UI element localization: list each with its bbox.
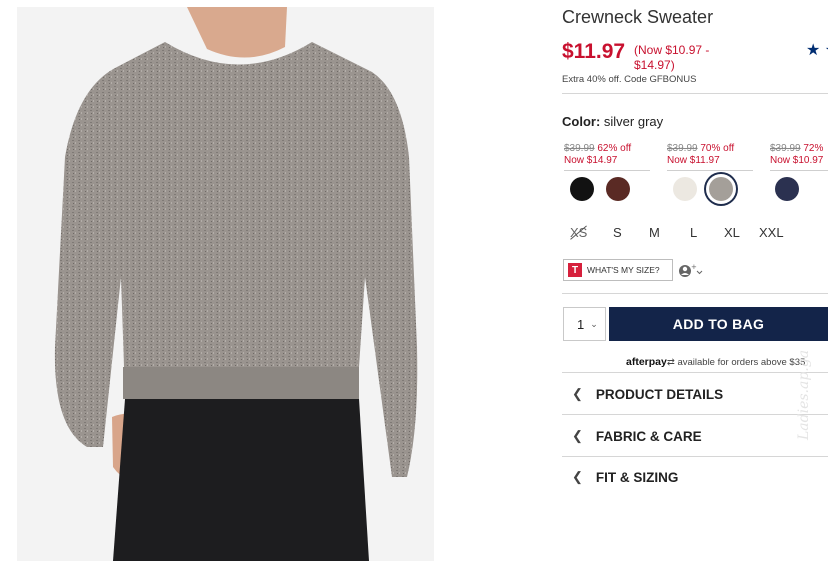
user-fit-icon[interactable]: + xyxy=(678,262,706,278)
accordion-fabric-care[interactable]: ❮ FABRIC & CARE xyxy=(572,428,702,444)
now-price: Now $10.97 xyxy=(770,155,824,166)
size-option-s[interactable]: S xyxy=(613,225,622,240)
product-title: Crewneck Sweater xyxy=(562,7,714,27)
color-swatch-silver-gray[interactable] xyxy=(709,177,733,201)
color-swatch-navy[interactable] xyxy=(775,177,799,201)
size-option-xl[interactable]: XL xyxy=(724,225,740,240)
divider xyxy=(562,456,828,457)
watermark: Ladies.ap.ga xyxy=(796,349,812,440)
price-range-line2: $14.97) xyxy=(634,58,675,72)
afterpay-logo: afterpay xyxy=(626,356,667,368)
accordion-label: FIT & SIZING xyxy=(595,469,679,485)
divider xyxy=(562,93,828,94)
add-to-bag-button[interactable]: ADD TO BAG xyxy=(609,307,828,341)
sale-price: $11.97 xyxy=(562,40,626,63)
accordion-product-details[interactable]: ❮ PRODUCT DETAILS xyxy=(572,386,723,402)
star-icon[interactable]: ★ ★ xyxy=(806,40,828,60)
accordion-label: PRODUCT DETAILS xyxy=(595,386,724,402)
was-price: $39.99 xyxy=(770,143,801,154)
whats-my-size-button[interactable]: T WHAT'S MY SIZE? xyxy=(563,259,673,281)
size-option-m[interactable]: M xyxy=(649,225,660,240)
quantity-select[interactable]: 1 ⌄ xyxy=(563,307,606,341)
discount: 70% off xyxy=(700,143,735,154)
promo-text: Extra 40% off. Code GFBONUS xyxy=(562,74,697,85)
was-price: $39.99 xyxy=(667,143,698,154)
color-swatch-black[interactable] xyxy=(570,177,594,201)
whats-my-size-label: WHAT'S MY SIZE? xyxy=(587,265,660,275)
discount: 72% xyxy=(803,143,824,154)
divider xyxy=(562,293,828,294)
color-swatch-burgundy[interactable] xyxy=(606,177,630,201)
true-fit-icon: T xyxy=(568,263,582,277)
color-price-group: $39.99 70% off Now $11.97 xyxy=(667,143,753,171)
product-image xyxy=(17,7,434,561)
quantity-value: 1 xyxy=(577,316,585,332)
divider xyxy=(562,372,828,373)
size-option-xs[interactable]: XS xyxy=(570,225,587,240)
afterpay-arrows-icon: ⇄ xyxy=(666,357,675,368)
color-label-row: Color: silver gray xyxy=(562,114,663,129)
now-price: Now $11.97 xyxy=(667,155,720,166)
price-range-line1: (Now $10.97 - xyxy=(634,43,710,57)
chevron-left-icon: ❮ xyxy=(572,386,583,401)
chevron-left-icon: ❮ xyxy=(572,469,583,484)
color-price-group: $39.99 72% Now $10.97 xyxy=(770,143,828,171)
afterpay-text: available for orders above $35 xyxy=(677,357,806,368)
product-info-panel: Crewneck Sweater $11.97 (Now $10.97 - $1… xyxy=(562,0,828,564)
size-option-xxl[interactable]: XXL xyxy=(759,225,784,240)
chevron-down-icon: ⌄ xyxy=(590,318,598,329)
color-value: silver gray xyxy=(603,114,664,129)
chevron-left-icon: ❮ xyxy=(572,428,583,443)
svg-text:+: + xyxy=(691,263,697,271)
now-price: Now $14.97 xyxy=(564,155,618,166)
color-label: Color: xyxy=(562,114,601,129)
was-price: $39.99 xyxy=(564,143,595,154)
color-swatch-cream[interactable] xyxy=(673,177,697,201)
price-range: (Now $10.97 - $14.97) xyxy=(634,43,709,73)
accordion-label: FABRIC & CARE xyxy=(595,428,702,444)
divider xyxy=(562,414,828,415)
discount: 62% off xyxy=(597,143,632,154)
accordion-fit-sizing[interactable]: ❮ FIT & SIZING xyxy=(572,469,678,485)
afterpay-note: afterpay⇄ available for orders above $35 xyxy=(626,356,805,368)
size-option-l[interactable]: L xyxy=(690,225,697,240)
color-price-group: $39.99 62% off Now $14.97 xyxy=(564,143,650,171)
